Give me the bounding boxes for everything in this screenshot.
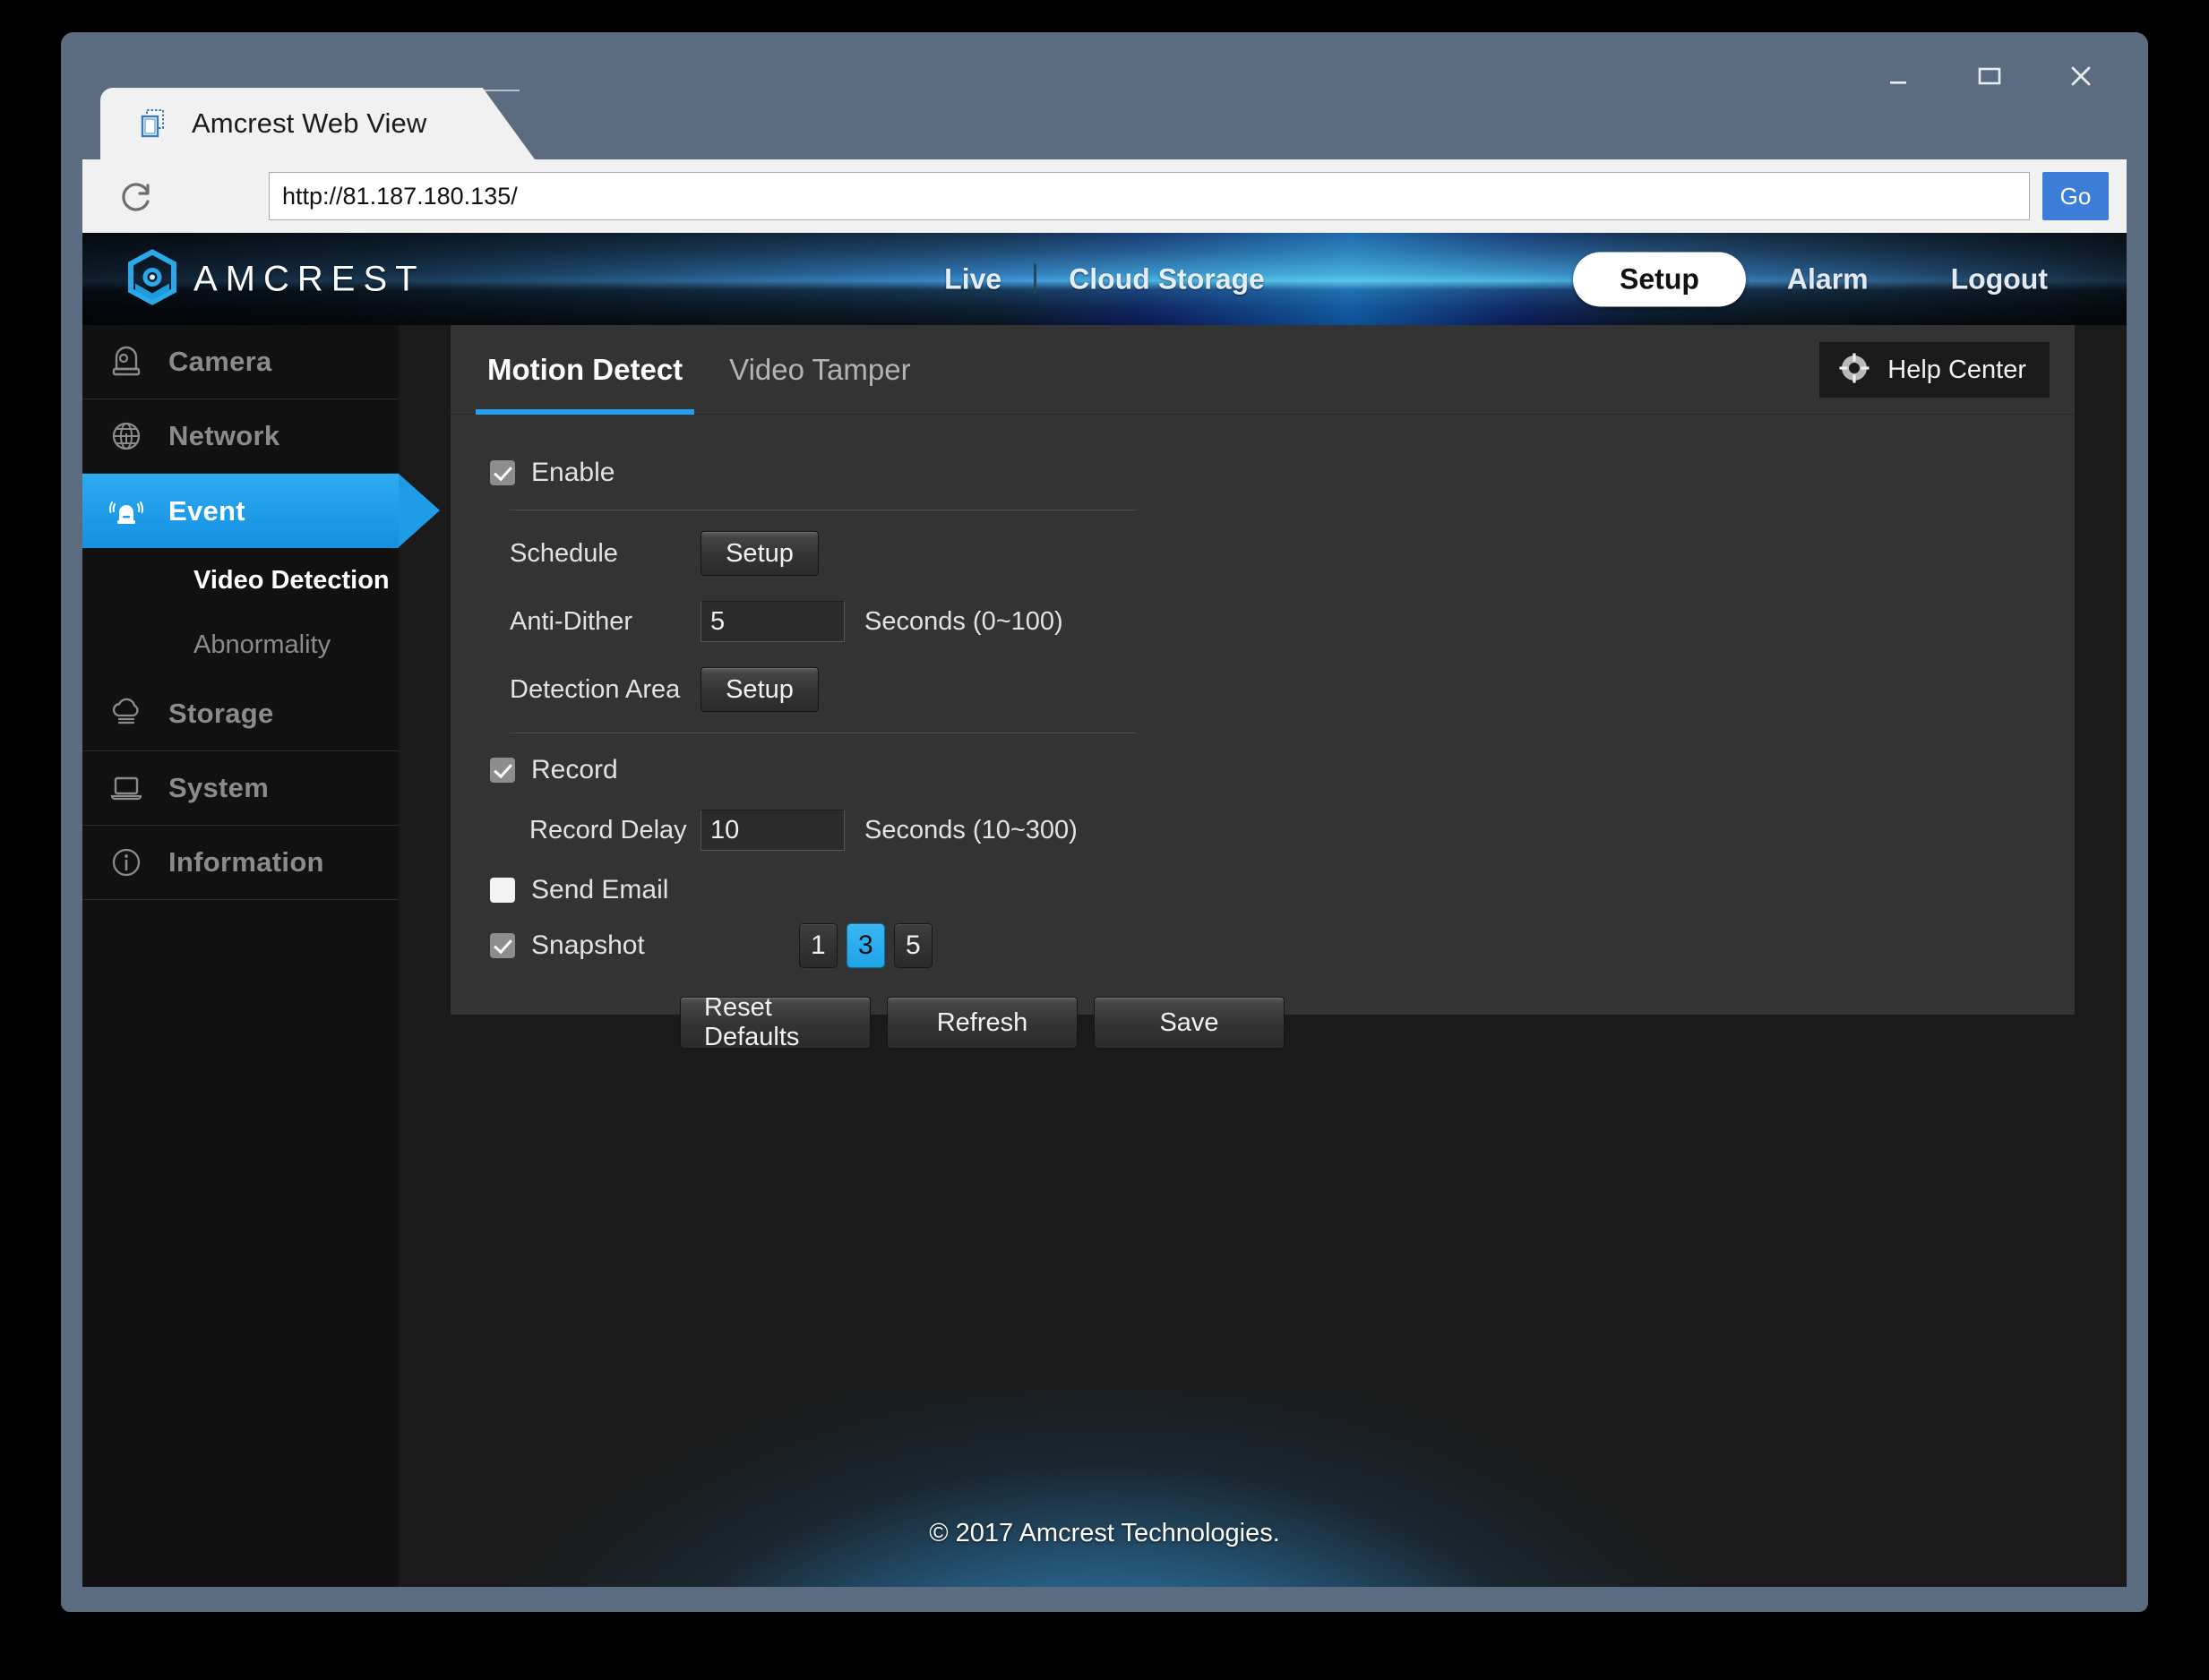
alarm-siren-icon [104, 489, 149, 534]
tab-label: Video Tamper [729, 352, 911, 386]
sidebar-item-label: Network [168, 420, 280, 451]
sidebar-item-information[interactable]: Information [82, 826, 399, 900]
record-label: Record [531, 755, 618, 784]
snapshot-label: Snapshot [531, 930, 645, 960]
enable-row: Enable [490, 445, 2075, 501]
tab-video-tamper[interactable]: Video Tamper [718, 325, 922, 415]
enable-checkbox[interactable] [490, 460, 515, 485]
nav-separator [1034, 263, 1037, 295]
motion-detect-form: Enable Schedule Setup Anti-Dither 5 Seco… [451, 415, 2075, 1051]
reset-defaults-button[interactable]: Reset Defaults [680, 993, 871, 1051]
amcrest-hex-logo-icon [127, 248, 177, 309]
record-delay-label: Record Delay [529, 815, 687, 844]
browser-tab-title: Amcrest Web View [192, 107, 427, 139]
send-email-label: Send Email [531, 875, 669, 904]
sidebar-item-system[interactable]: System [82, 751, 399, 826]
site-header: AMCREST Live Cloud Storage Setup Alarm L… [82, 233, 2127, 325]
help-center-label: Help Center [1887, 355, 2026, 384]
schedule-label: Schedule [510, 538, 618, 568]
content-tabs: Motion Detect Video Tamper Help Center [451, 325, 2075, 415]
globe-icon [104, 414, 149, 459]
sidebar-item-label: Information [168, 846, 324, 878]
sidebar-subitem-label: Video Detection [193, 565, 390, 595]
sidebar: Camera Network Event Video Detection Abn… [82, 325, 440, 1587]
record-row: Record [490, 742, 2075, 798]
laptop-icon [104, 766, 149, 810]
sidebar-item-network[interactable]: Network [82, 399, 399, 474]
life-ring-icon [1837, 351, 1871, 390]
snapshot-row: Snapshot 1 3 5 [490, 918, 2075, 973]
sidebar-item-camera[interactable]: Camera [82, 325, 399, 399]
send-email-checkbox[interactable] [490, 878, 515, 903]
form-actions: Reset Defaults Refresh Save [680, 993, 2075, 1051]
detection-area-setup-button[interactable]: Setup [701, 667, 819, 712]
help-center-button[interactable]: Help Center [1819, 342, 2050, 398]
sidebar-item-event[interactable]: Event [82, 474, 440, 548]
tab-motion-detect[interactable]: Motion Detect [476, 325, 695, 415]
nav-item-setup[interactable]: Setup [1573, 252, 1746, 306]
copyright-text: © 2017 Amcrest Technologies. [929, 1518, 1280, 1547]
content-panel: Motion Detect Video Tamper Help Center E… [451, 325, 2075, 1051]
anti-dither-hint: Seconds (0~100) [864, 606, 1063, 636]
sidebar-item-label: Camera [168, 346, 272, 377]
go-button[interactable]: Go [2042, 172, 2109, 220]
refresh-button[interactable]: Refresh [887, 997, 1078, 1049]
brand-logo[interactable]: AMCREST [127, 248, 425, 309]
tab-label: Motion Detect [487, 352, 683, 386]
schedule-row: Schedule Setup [490, 519, 2075, 587]
enable-label: Enable [531, 458, 615, 487]
snapshot-option-1[interactable]: 1 [798, 923, 838, 968]
sidebar-subitem-video-detection[interactable]: Video Detection [82, 548, 399, 613]
anti-dither-input[interactable]: 5 [701, 601, 845, 642]
reload-icon[interactable] [104, 167, 170, 225]
sidebar-item-label: System [168, 772, 270, 803]
detection-area-row: Detection Area Setup [490, 656, 2075, 724]
cloud-storage-icon [104, 691, 149, 736]
snapshot-option-5[interactable]: 5 [893, 923, 933, 968]
anti-dither-row: Anti-Dither 5 Seconds (0~100) [490, 587, 2075, 656]
nav-item-cloud-storage[interactable]: Cloud Storage [1036, 262, 1297, 296]
browser-toolbar: http://81.187.180.135/ Go [82, 159, 2127, 233]
record-delay-hint: Seconds (10~300) [864, 815, 1078, 844]
snapshot-option-3[interactable]: 3 [846, 923, 885, 968]
record-checkbox[interactable] [490, 758, 515, 783]
schedule-setup-button[interactable]: Setup [701, 531, 819, 576]
detection-area-label: Detection Area [510, 674, 681, 704]
sidebar-subitem-abnormality[interactable]: Abnormality [82, 613, 399, 677]
anti-dither-label: Anti-Dither [510, 606, 632, 636]
camera-icon [104, 339, 149, 384]
save-button[interactable]: Save [1094, 997, 1285, 1049]
address-bar-input[interactable]: http://81.187.180.135/ [269, 172, 2030, 220]
sidebar-item-label: Storage [168, 698, 274, 729]
info-circle-icon [104, 840, 149, 885]
window-stack-icon [134, 105, 172, 142]
web-page: AMCREST Live Cloud Storage Setup Alarm L… [82, 233, 2127, 1587]
application-window: Amcrest Web View http://81.187.180.135/ … [61, 32, 2148, 1612]
nav-item-logout[interactable]: Logout [1910, 262, 2089, 296]
browser-tab[interactable]: Amcrest Web View [100, 88, 535, 159]
nav-item-live[interactable]: Live [912, 262, 1034, 296]
nav-item-alarm[interactable]: Alarm [1746, 262, 1910, 296]
sidebar-subitem-label: Abnormality [193, 630, 331, 659]
browser-tab-strip: Amcrest Web View [61, 88, 2148, 159]
snapshot-count-group: 1 3 5 [798, 923, 933, 968]
sidebar-item-storage[interactable]: Storage [82, 677, 399, 751]
secondary-nav: Setup Alarm Logout [1573, 252, 2089, 306]
record-delay-row: Record Delay 10 Seconds (10~300) [490, 798, 2075, 862]
snapshot-checkbox[interactable] [490, 933, 515, 958]
brand-name: AMCREST [193, 259, 425, 298]
page-footer: © 2017 Amcrest Technologies. [82, 1479, 2127, 1587]
sidebar-item-label: Event [168, 494, 245, 527]
record-delay-input[interactable]: 10 [701, 810, 845, 851]
send-email-row: Send Email [490, 862, 2075, 918]
